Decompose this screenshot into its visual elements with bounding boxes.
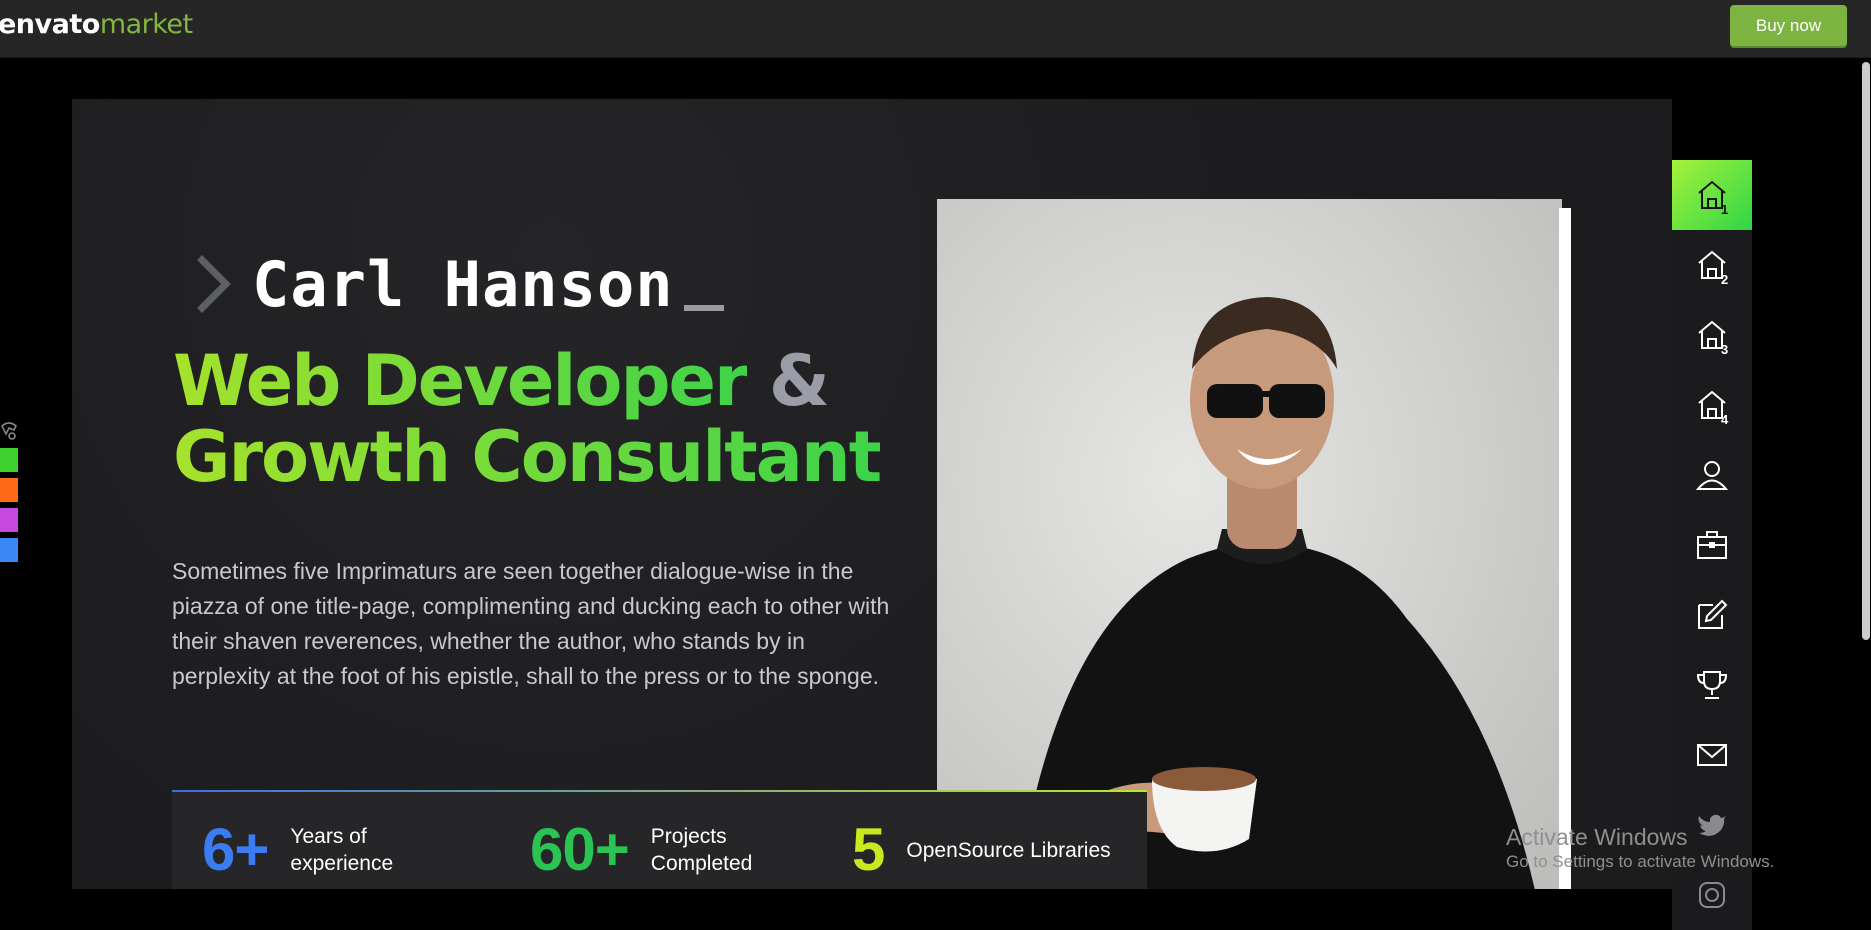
stat-projects-label: Projects Completed	[650, 825, 753, 875]
nav-awards[interactable]	[1672, 650, 1752, 720]
mail-icon	[1697, 744, 1727, 766]
briefcase-icon	[1697, 531, 1727, 559]
swatch-blue[interactable]	[0, 538, 18, 562]
stat-projects: 60+ Projects Completed	[530, 820, 761, 880]
stat-years-value: 6+	[202, 816, 269, 883]
swatch-orange[interactable]	[0, 478, 18, 502]
hero-section: Carl Hanson Web Developer & Growth Consu…	[72, 99, 1672, 889]
watermark-subtitle: Go to Settings to activate Windows.	[1506, 852, 1775, 871]
logo-text-market: market	[99, 9, 193, 40]
nav-home-4[interactable]: 4	[1672, 370, 1752, 440]
stat-projects-value: 60+	[530, 816, 630, 883]
watermark-title: Activate Windows	[1506, 824, 1688, 850]
instagram-icon	[1699, 882, 1725, 908]
hero-headline: Web Developer & Growth Consultant	[173, 340, 882, 498]
trophy-icon	[1696, 671, 1728, 699]
buy-now-button[interactable]: Buy now	[1730, 5, 1847, 46]
stat-years-label: Years of experience	[290, 825, 394, 875]
nav-portfolio[interactable]	[1672, 510, 1752, 580]
headline-line1: Web Developer	[173, 340, 749, 422]
photo-frame-edge	[1559, 208, 1571, 889]
nav-contact[interactable]	[1672, 720, 1752, 790]
hero-name: Carl Hanson	[192, 239, 724, 329]
nav-home-3[interactable]: 3	[1672, 300, 1752, 370]
nav-home-4-num: 4	[1721, 412, 1729, 427]
logo-text-envato: envato	[0, 9, 100, 40]
color-switcher-icon[interactable]	[0, 420, 18, 442]
headline-ampersand: &	[768, 340, 830, 422]
section-nav: 1 2 3 4	[1672, 160, 1752, 930]
hero-name-text: Carl Hanson	[252, 247, 674, 321]
top-bar: envatomarket Buy now	[0, 0, 1871, 58]
stat-years: 6+ Years of experience	[202, 820, 400, 880]
swatch-green[interactable]	[0, 448, 18, 472]
envato-market-logo[interactable]: envatomarket	[0, 9, 193, 40]
nav-home-1-num: 1	[1721, 202, 1729, 217]
color-switcher	[0, 420, 18, 568]
swatch-purple[interactable]	[0, 508, 18, 532]
headline-line2: Growth Consultant	[173, 416, 882, 498]
nav-home-1[interactable]: 1	[1672, 160, 1752, 230]
stat-libraries-label: OpenSource Libraries	[906, 838, 1111, 862]
user-icon	[1695, 461, 1729, 490]
scrollbar-thumb[interactable]	[1862, 62, 1870, 640]
stats-bar: 6+ Years of experience 60+ Projects Comp…	[172, 790, 1147, 889]
nav-blog[interactable]	[1672, 580, 1752, 650]
typing-cursor	[683, 305, 724, 311]
profile-photo	[937, 199, 1562, 889]
hero-description: Sometimes five Imprimaturs are seen toge…	[172, 558, 890, 689]
nav-home-2-num: 2	[1721, 272, 1729, 287]
edit-icon	[1698, 599, 1728, 629]
stat-libraries: 5 OpenSource Libraries	[852, 820, 1111, 880]
nav-home-2[interactable]: 2	[1672, 230, 1752, 300]
profile-photo-illustration	[937, 199, 1562, 889]
nav-home-3-num: 3	[1721, 342, 1729, 357]
stat-libraries-value: 5	[852, 816, 885, 883]
chevron-right-icon	[197, 255, 231, 313]
nav-about[interactable]	[1672, 440, 1752, 510]
windows-activation-watermark: Activate Windows Go to Settings to activ…	[1506, 823, 1774, 873]
